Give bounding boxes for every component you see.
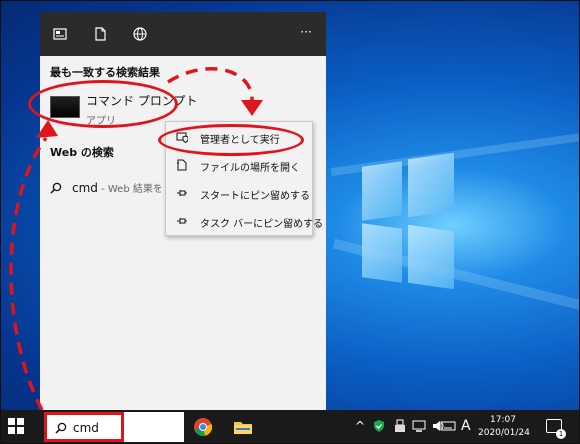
- search-icon: [50, 182, 62, 194]
- taskbar-search-box[interactable]: cmd: [44, 412, 124, 442]
- ime-indicator[interactable]: A: [461, 419, 471, 433]
- notification-badge: 1: [556, 429, 566, 439]
- menu-item-label: ファイルの場所を開く: [200, 163, 300, 174]
- best-match-header: 最も一致する検索結果: [50, 66, 160, 79]
- menu-item-label: スタートにピン留めする: [200, 191, 310, 202]
- search-icon: [55, 422, 67, 434]
- clock[interactable]: 17:07 2020/01/24: [478, 414, 530, 440]
- search-filter-toolbar: ···: [40, 12, 326, 56]
- taskbar: cmd ^ A 17:07 2020/01/24 1: [0, 410, 580, 444]
- web-query-text: cmd - Web 結果を: [72, 180, 163, 195]
- menu-item-pin-to-taskbar[interactable]: タスク バーにピン留めする: [166, 210, 323, 234]
- chevron-up-icon[interactable]: ^: [355, 419, 365, 433]
- web-suffix: - Web 結果を: [97, 184, 163, 195]
- keyboard-icon[interactable]: [440, 419, 456, 433]
- search-box-extension[interactable]: [124, 412, 184, 442]
- clock-time: 17:07: [490, 415, 516, 425]
- annotation-circle-admin: [158, 124, 304, 156]
- folder-icon: [176, 159, 188, 171]
- search-input[interactable]: cmd: [73, 421, 99, 435]
- pin-icon: [176, 215, 188, 227]
- clock-date: 2020/01/24: [478, 428, 530, 438]
- more-options-icon[interactable]: ···: [298, 24, 314, 40]
- web-search-header: Web の検索: [50, 146, 114, 159]
- security-shield-icon[interactable]: [372, 419, 386, 433]
- network-icon[interactable]: [412, 419, 426, 433]
- file-explorer-icon[interactable]: [233, 417, 253, 437]
- windows-logo-graphic: [362, 152, 454, 290]
- web-query: cmd: [72, 181, 98, 195]
- documents-filter-icon[interactable]: [92, 26, 108, 42]
- web-filter-icon[interactable]: [132, 26, 148, 42]
- apps-filter-icon[interactable]: [52, 26, 68, 42]
- usb-eject-icon[interactable]: [393, 419, 407, 433]
- annotation-circle-app: [28, 80, 178, 128]
- start-button[interactable]: [8, 418, 24, 434]
- pin-icon: [176, 187, 188, 199]
- chrome-icon[interactable]: [193, 417, 213, 437]
- menu-item-pin-to-start[interactable]: スタートにピン留めする: [166, 182, 314, 206]
- menu-item-open-file-location[interactable]: ファイルの場所を開く: [166, 154, 314, 178]
- menu-item-label: タスク バーにピン留めする: [200, 219, 324, 230]
